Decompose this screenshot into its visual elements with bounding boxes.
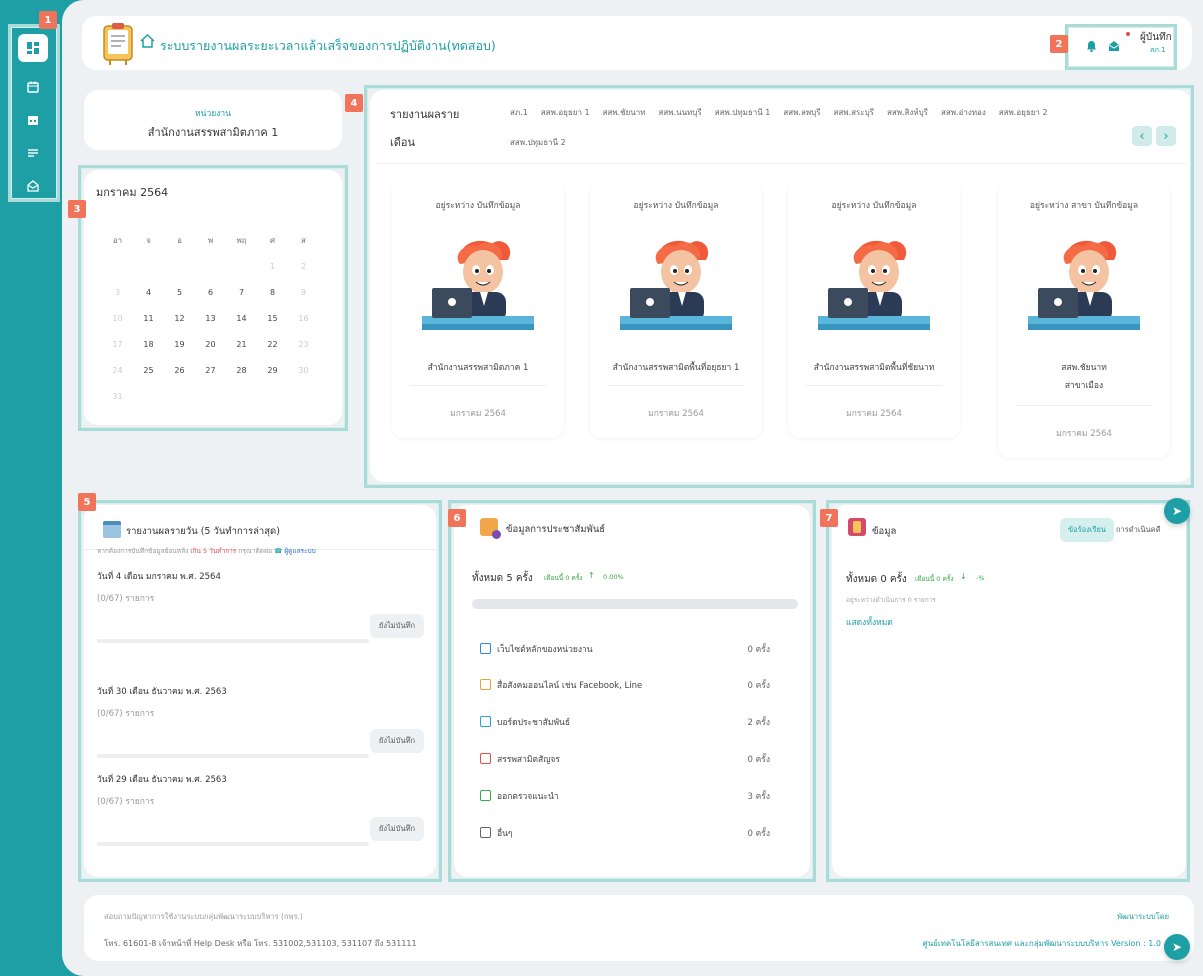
highlight-pr: [448, 500, 816, 882]
footer-line2: โทร. 61601-8 เจ้าหน้าที่ Help Desk หรือ …: [104, 939, 417, 948]
badge-7: 7: [820, 509, 838, 527]
badge-4: 4: [345, 94, 363, 112]
footer-line1: สอบถามปัญหาการใช้งานระบบกลุ่มพัฒนาระบบบร…: [104, 912, 303, 921]
unit-card: [84, 90, 342, 150]
footer: [84, 895, 1194, 961]
send-icon[interactable]: ➤: [1164, 498, 1190, 524]
highlight-sidebar: [8, 24, 60, 202]
unit-name: สำนักงานสรรพสามิตภาค 1: [147, 126, 279, 139]
unit-label: หน่วยงาน: [195, 109, 231, 119]
badge-5: 5: [78, 493, 96, 511]
highlight-monthly: [364, 85, 1194, 488]
send-icon-footer[interactable]: ➤: [1164, 934, 1190, 960]
highlight-info: [826, 500, 1190, 882]
highlight-daily: [78, 500, 442, 882]
badge-6: 6: [448, 509, 466, 527]
home-icon[interactable]: [140, 33, 155, 52]
highlight-user-area: [1065, 24, 1177, 70]
app-logo: [100, 20, 136, 66]
footer-right1: พัฒนาระบบโดย: [1117, 912, 1169, 921]
badge-2: 2: [1050, 35, 1068, 53]
badge-3: 3: [68, 200, 86, 218]
badge-1: 1: [39, 11, 57, 29]
app-title: ระบบรายงานผลระยะเวลาแล้วเสร็จของการปฏิบั…: [160, 38, 496, 53]
footer-right2: ศูนย์เทคโนโลยีสารสนเทศ และกลุ่มพัฒนาระบบ…: [922, 939, 1161, 948]
highlight-calendar: [78, 165, 348, 431]
